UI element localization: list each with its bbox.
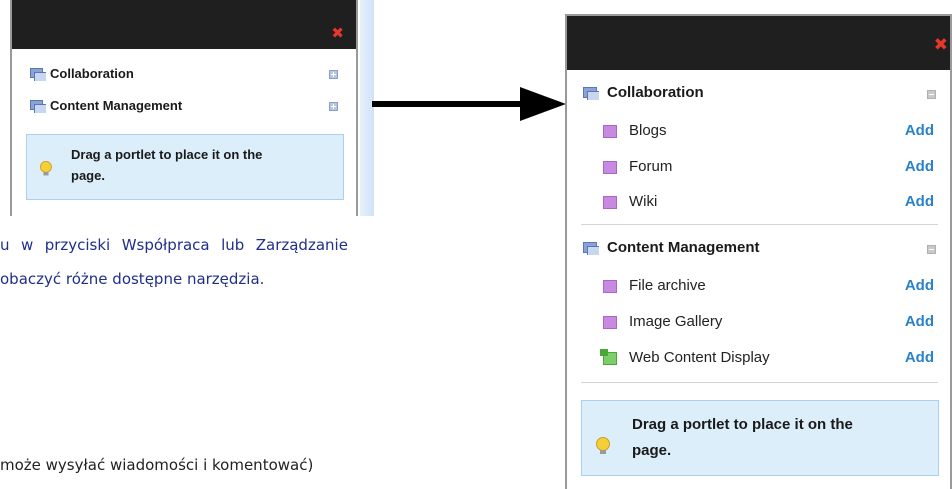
background-strip — [360, 0, 374, 216]
category-folder-icon — [583, 87, 599, 100]
hint-line-1: Drag a portlet to place it on the — [632, 416, 853, 433]
expand-icon[interactable] — [329, 70, 338, 79]
add-link[interactable]: Add — [905, 349, 934, 366]
word: Współpraca — [121, 236, 210, 254]
category-label: Collaboration — [607, 84, 704, 101]
arrow-shaft — [372, 101, 522, 107]
portlet-row-image-gallery[interactable]: Image Gallery Add — [567, 305, 950, 339]
add-link[interactable]: Add — [905, 313, 934, 330]
paragraph-line-1: u w przyciski Współpraca lub Zarządzanie — [0, 236, 348, 254]
arrow-right-icon — [520, 87, 566, 121]
add-link[interactable]: Add — [905, 277, 934, 294]
add-link[interactable]: Add — [905, 122, 934, 139]
portlet-row-web-content-display[interactable]: Web Content Display Add — [567, 341, 950, 375]
portlet-row-forum[interactable]: Forum Add — [567, 150, 950, 184]
word: w — [20, 236, 34, 254]
large-portlet-panel: ✖ Collaboration Blogs Add Forum Add Wiki… — [565, 14, 952, 489]
portlet-icon — [603, 125, 617, 138]
category-folder-icon — [583, 242, 599, 255]
close-icon[interactable]: ✖ — [331, 26, 344, 41]
divider — [581, 224, 938, 225]
add-link[interactable]: Add — [905, 158, 934, 175]
portlet-label: Forum — [629, 158, 673, 175]
category-label: Content Management — [50, 98, 183, 113]
category-collaboration[interactable]: Collaboration — [567, 80, 950, 106]
large-panel-titlebar: ✖ — [567, 16, 950, 70]
word: u — [0, 236, 10, 254]
category-content-management[interactable]: Content Management — [567, 235, 950, 261]
portlet-label: Image Gallery — [629, 313, 723, 330]
collapse-icon[interactable] — [927, 90, 936, 99]
portlet-icon — [603, 280, 617, 293]
word: przyciski — [44, 236, 111, 254]
portlet-icon — [603, 196, 617, 209]
drag-hint-box: Drag a portlet to place it on the page. — [581, 400, 939, 476]
portlet-row-file-archive[interactable]: File archive Add — [567, 269, 950, 303]
paragraph-line-3: może wysyłać wiadomości i komentować) — [0, 456, 314, 474]
portlet-label: File archive — [629, 277, 706, 294]
small-panel-titlebar: ✖ — [12, 0, 356, 49]
category-folder-icon — [30, 100, 46, 113]
portlet-row-blogs[interactable]: Blogs Add — [567, 114, 950, 148]
add-link[interactable]: Add — [905, 193, 934, 210]
portlet-icon — [603, 161, 617, 174]
expand-icon[interactable] — [329, 102, 338, 111]
divider — [581, 382, 938, 383]
hint-line-2: page. — [71, 168, 105, 183]
category-collaboration[interactable]: Collaboration — [12, 62, 356, 86]
portlet-row-wiki[interactable]: Wiki Add — [567, 185, 950, 219]
paragraph-line-2: obaczyć różne dostępne narzędzia. — [0, 270, 265, 288]
category-folder-icon — [30, 68, 46, 81]
portlet-label: Wiki — [629, 193, 658, 210]
portlet-label: Web Content Display — [629, 349, 770, 366]
collapse-icon[interactable] — [927, 245, 936, 254]
category-label: Content Management — [607, 239, 760, 256]
category-content-management[interactable]: Content Management — [12, 94, 356, 118]
hint-line-1: Drag a portlet to place it on the — [71, 147, 263, 162]
web-content-icon — [600, 349, 617, 365]
drag-hint-box: Drag a portlet to place it on the page. — [26, 134, 344, 200]
word: Zarządzanie — [255, 236, 348, 254]
close-icon[interactable]: ✖ — [934, 37, 948, 54]
hint-line-2: page. — [632, 442, 672, 459]
portlet-label: Blogs — [629, 122, 667, 139]
category-label: Collaboration — [50, 66, 134, 81]
portlet-icon — [603, 316, 617, 329]
word: lub — [221, 236, 245, 254]
small-portlet-panel: ✖ Collaboration Content Management Drag … — [10, 0, 358, 216]
